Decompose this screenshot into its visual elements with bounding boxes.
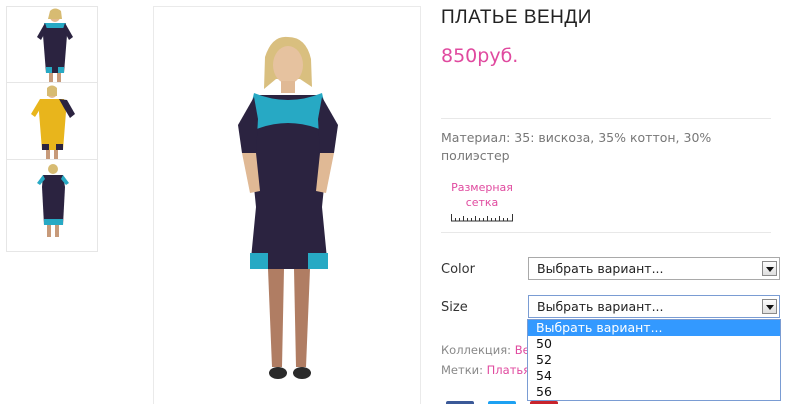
color-label: Color <box>441 262 475 277</box>
size-select-value: Выбрать вариант... <box>537 299 664 314</box>
thumbnail-yellow[interactable] <box>7 84 97 160</box>
tags-link[interactable]: Платья <box>487 363 530 377</box>
divider <box>441 232 771 233</box>
thumbnail-front[interactable] <box>7 7 97 83</box>
thumbnail-gallery <box>6 6 98 252</box>
collection-label: Коллекция: <box>441 343 512 357</box>
size-option[interactable]: Выбрать вариант... <box>528 320 780 336</box>
color-select[interactable]: Выбрать вариант... <box>528 257 780 280</box>
dropdown-arrow-icon[interactable] <box>762 261 777 276</box>
tags-label: Метки: <box>441 363 483 377</box>
collection-meta: Коллекция: Ве <box>441 343 530 357</box>
product-price: 850руб. <box>441 45 519 67</box>
color-select-value: Выбрать вариант... <box>537 261 664 276</box>
size-label: Size <box>441 300 468 315</box>
main-product-image[interactable] <box>153 6 421 404</box>
size-option[interactable]: 52 <box>528 352 780 368</box>
size-chart-ruler-icon[interactable] <box>450 212 514 222</box>
product-material: Материал: 35: вискоза, 35% коттон, 30% п… <box>441 130 712 163</box>
size-option[interactable]: 54 <box>528 368 780 384</box>
thumbnail-back[interactable] <box>7 161 97 237</box>
size-chart-link[interactable]: Размерная сетка <box>445 180 519 210</box>
dropdown-arrow-icon[interactable] <box>762 299 777 314</box>
size-option[interactable]: 56 <box>528 384 780 400</box>
size-select[interactable]: Выбрать вариант... <box>528 295 780 318</box>
product-title: ПЛАТЬЕ ВЕНДИ <box>441 7 592 28</box>
size-option[interactable]: 50 <box>528 336 780 352</box>
tags-meta: Метки: Платья <box>441 363 530 377</box>
size-dropdown-list: Выбрать вариант... 50 52 54 56 <box>527 319 781 401</box>
divider <box>441 118 771 119</box>
